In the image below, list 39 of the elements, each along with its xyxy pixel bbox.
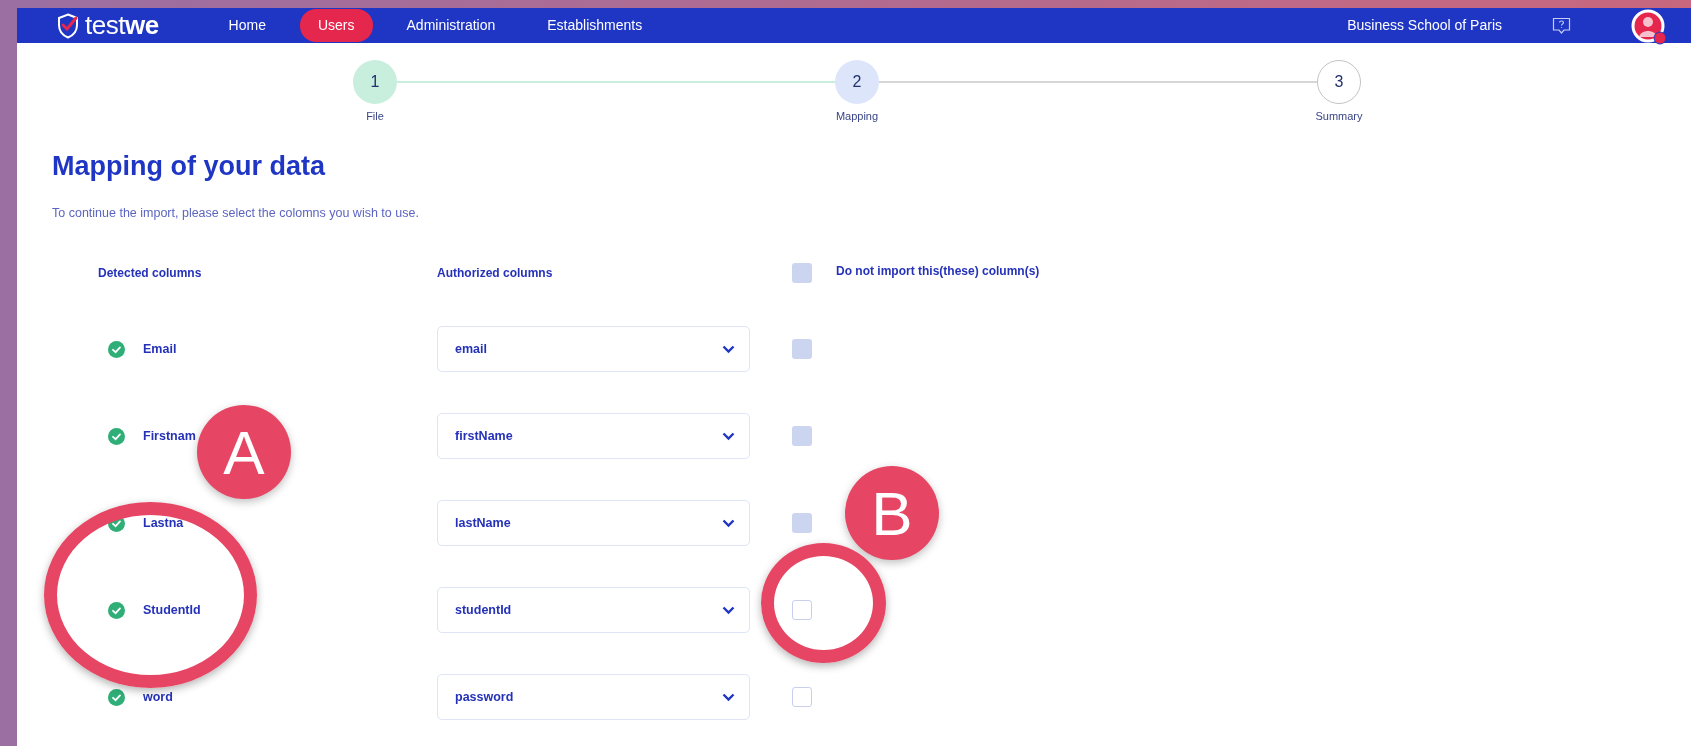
step-circle[interactable]: 1 [353, 60, 397, 104]
column-header: Do not import this(these) column(s) [836, 262, 1041, 280]
instructions-text: To continue the import, please select the colomns you wish to use. [52, 205, 420, 222]
column-select[interactable]: studentId [437, 587, 750, 634]
column-name: Email [143, 340, 177, 358]
column-select[interactable]: email [437, 326, 750, 373]
step-label: Summary [1315, 109, 1363, 124]
chevron-down-icon [722, 344, 735, 354]
school-name: Business School of Paris [1347, 16, 1502, 35]
column-select[interactable]: password [437, 674, 750, 721]
step-label: File [366, 109, 384, 124]
logo[interactable]: testwe [57, 6, 159, 45]
shield-check-icon [57, 12, 79, 39]
step-label: Mapping [835, 109, 879, 124]
chevron-down-icon [722, 431, 735, 441]
nav-link[interactable]: Home [210, 9, 284, 42]
column-name: Firstnam [143, 427, 196, 445]
annotation-badge: B [845, 466, 939, 560]
column-name: StudentId [143, 601, 201, 619]
chevron-down-icon [722, 605, 735, 615]
chevron-down-icon [722, 518, 735, 528]
column-select[interactable]: lastName [437, 500, 750, 547]
step-circle[interactable]: 2 [835, 60, 879, 104]
checkbox[interactable] [792, 600, 812, 621]
column-header: Authorized columns [437, 264, 554, 282]
nav-link[interactable]: Establishments [529, 9, 661, 42]
page-title: Mapping of your data [52, 150, 327, 183]
avatar-icon[interactable] [1631, 8, 1669, 47]
column-name: word [143, 688, 173, 706]
column-select[interactable]: firstName [437, 413, 750, 460]
column-header: Detected columns [98, 264, 203, 282]
nav-link[interactable]: Users [299, 9, 373, 42]
nav-link[interactable]: Administration [388, 9, 514, 42]
help-chat-icon[interactable] [1552, 16, 1571, 35]
column-name: Lastna [143, 514, 184, 532]
step-circle[interactable]: 3 [1317, 60, 1361, 104]
checkbox[interactable] [792, 687, 812, 708]
chevron-down-icon [722, 692, 735, 702]
annotation-badge: A [197, 405, 291, 499]
